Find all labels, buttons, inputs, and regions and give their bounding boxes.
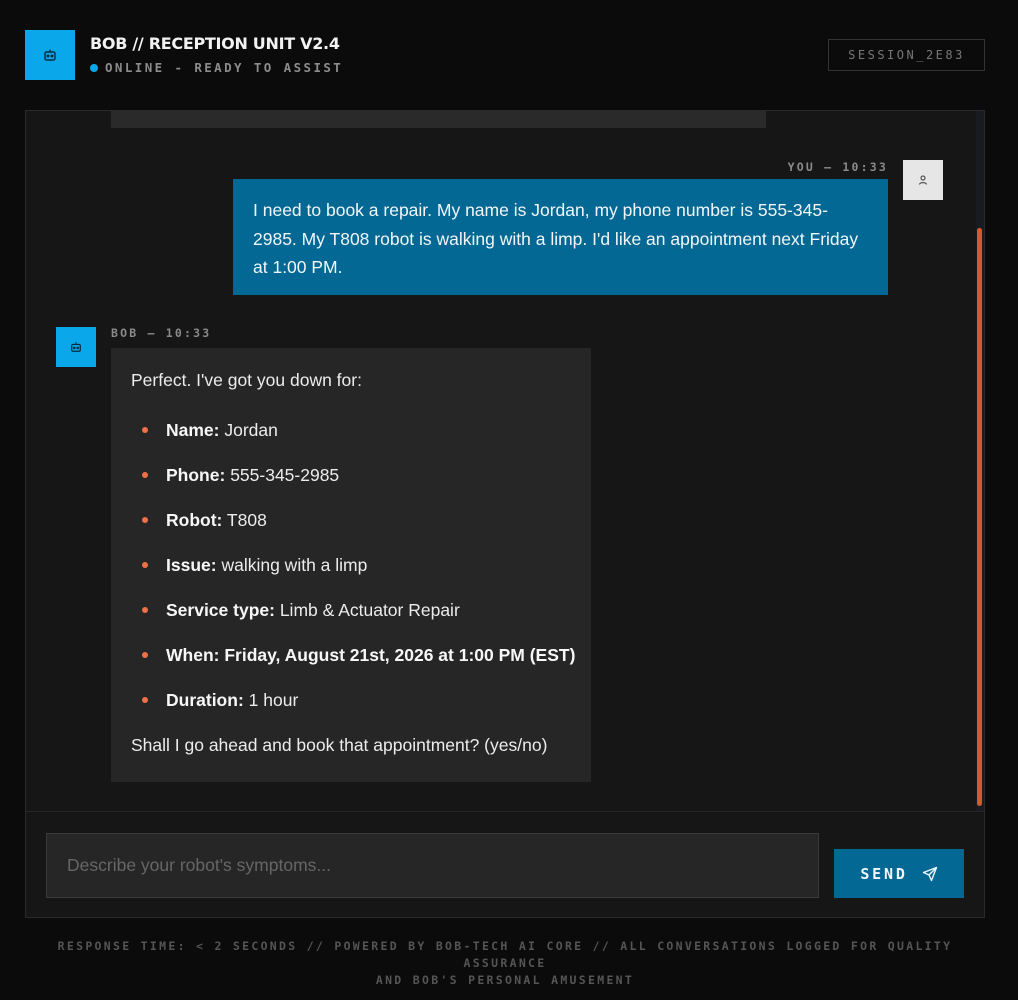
footer-line-2: AND BOB'S PERSONAL AMUSEMENT <box>375 973 635 987</box>
detail-value: 555-345-2985 <box>230 465 340 485</box>
bot-avatar-icon <box>56 327 96 367</box>
detail-value: Jordan <box>224 420 278 440</box>
footer-disclaimer: RESPONSE TIME: < 2 SECONDS // POWERED BY… <box>30 938 980 989</box>
message-input[interactable] <box>46 833 819 898</box>
detail-service-type: Service type: Limb & Actuator Repair <box>131 598 571 622</box>
bullet-icon <box>142 697 148 703</box>
bullet-icon <box>142 472 148 478</box>
robot-logo-icon <box>25 30 75 80</box>
detail-value: Friday, August 21st, 2026 at 1:00 PM (ES… <box>224 645 576 665</box>
message-list[interactable]: YOU — 10:33 I need to book a repair. My … <box>26 111 984 811</box>
status-indicator: ONLINE - READY TO ASSIST <box>90 60 343 75</box>
app-title: BOB // RECEPTION UNIT V2.4 <box>90 34 340 53</box>
detail-key: Service type: <box>166 600 275 620</box>
detail-robot: Robot: T808 <box>131 508 571 532</box>
user-avatar-icon <box>903 160 943 200</box>
app-header: BOB // RECEPTION UNIT V2.4 ONLINE - READ… <box>25 29 985 81</box>
bullet-icon <box>142 427 148 433</box>
status-text: ONLINE - READY TO ASSIST <box>105 60 344 75</box>
bot-message-closing: Shall I go ahead and book that appointme… <box>131 735 548 755</box>
bullet-icon <box>142 652 148 658</box>
detail-value: T808 <box>226 510 267 530</box>
composer: SEND <box>26 811 984 917</box>
detail-key: Name: <box>166 420 220 440</box>
status-dot-icon <box>90 63 98 72</box>
detail-issue: Issue: walking with a limp <box>131 553 571 577</box>
bullet-icon <box>142 607 148 613</box>
detail-key: Duration: <box>166 690 244 710</box>
detail-key: Issue: <box>166 555 217 575</box>
bullet-icon <box>142 517 148 523</box>
footer-line-1: RESPONSE TIME: < 2 SECONDS // POWERED BY… <box>57 939 953 970</box>
bot-message-bubble: Perfect. I've got you down for: Name: Jo… <box>111 348 591 782</box>
scrollbar-thumb[interactable] <box>977 228 982 806</box>
detail-key: Robot: <box>166 510 223 530</box>
detail-name: Name: Jordan <box>131 418 571 442</box>
detail-key: When: <box>166 645 220 665</box>
detail-value: walking with a limp <box>221 555 368 575</box>
bot-message-meta: BOB — 10:33 <box>111 326 212 340</box>
detail-duration: Duration: 1 hour <box>131 688 571 712</box>
detail-when: When: Friday, August 21st, 2026 at 1:00 … <box>131 643 575 667</box>
detail-value: Limb & Actuator Repair <box>279 600 460 620</box>
booking-details-list: Name: Jordan Phone: 555-345-2985 Robot: … <box>131 418 575 712</box>
detail-value: 1 hour <box>248 690 299 710</box>
send-button[interactable]: SEND <box>834 849 964 898</box>
send-button-label: SEND <box>860 864 908 883</box>
user-message-meta: YOU — 10:33 <box>787 160 888 174</box>
bullet-icon <box>142 562 148 568</box>
chat-panel: YOU — 10:33 I need to book a repair. My … <box>25 110 985 918</box>
paper-plane-icon <box>922 866 937 881</box>
user-message-bubble: I need to book a repair. My name is Jord… <box>233 179 888 295</box>
detail-phone: Phone: 555-345-2985 <box>131 463 571 487</box>
bot-message-intro: Perfect. I've got you down for: <box>131 370 362 390</box>
detail-key: Phone: <box>166 465 226 485</box>
previous-message-bubble <box>111 111 766 128</box>
session-badge: SESSION_2E83 <box>828 39 985 71</box>
